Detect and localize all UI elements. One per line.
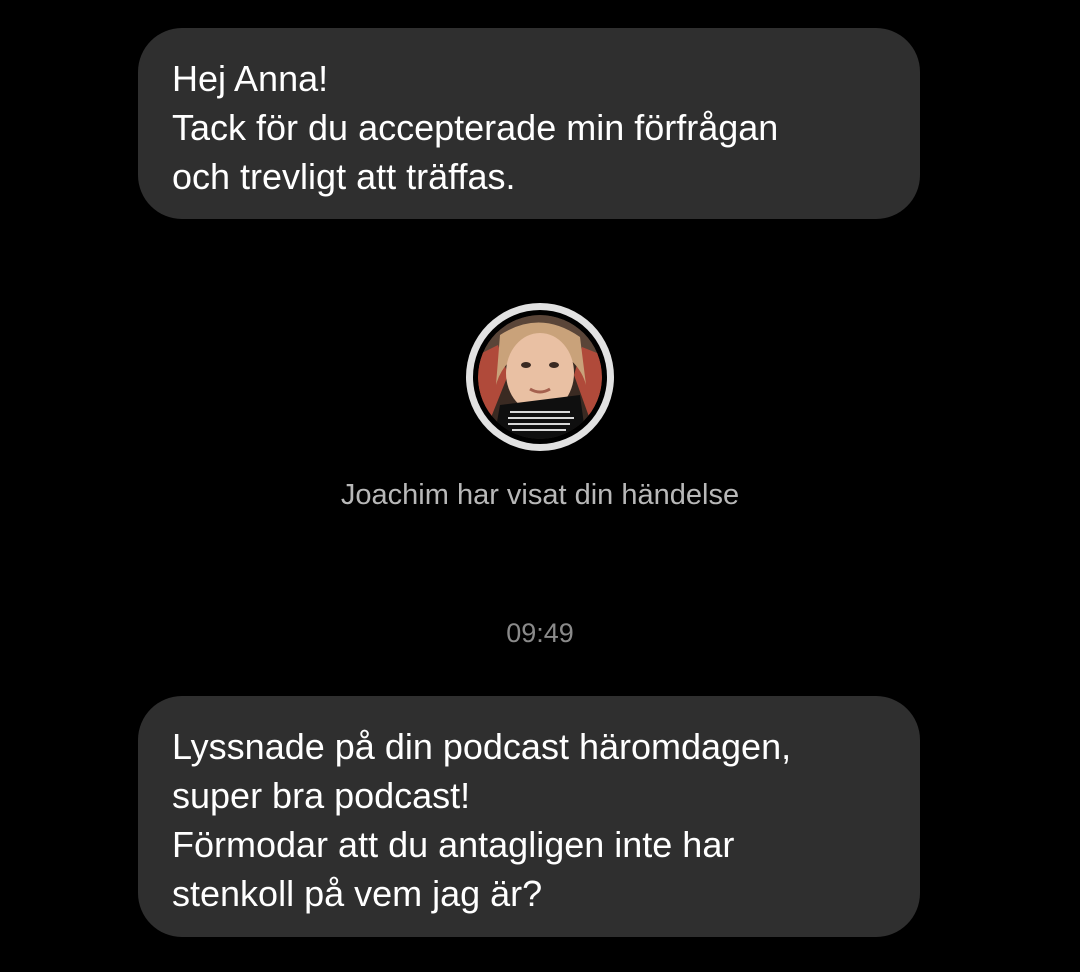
message-text-line: super bra podcast! — [172, 775, 471, 816]
message-bubble-incoming[interactable]: Lyssnade på din podcast häromdagen, supe… — [138, 696, 920, 937]
story-ring-gap — [473, 310, 607, 444]
message-text-line: och trevligt att träffas. — [172, 156, 516, 197]
message-bubble-incoming[interactable]: Hej Anna! Tack för du accepterade min fö… — [138, 28, 920, 219]
message-text-line: Hej Anna! — [172, 58, 329, 99]
story-reply-thumbnail[interactable] — [466, 303, 614, 451]
story-viewed-caption: Joachim har visat din händelse — [340, 479, 740, 511]
message-timestamp: 09:49 — [506, 618, 574, 648]
message-text-line: Förmodar att du antagligen inte har — [172, 824, 735, 865]
message-text-line: stenkoll på vem jag är? — [172, 873, 543, 914]
message-text-line: Lyssnade på din podcast häromdagen, — [172, 726, 792, 767]
message-text-line: Tack för du accepterade min förfrågan — [172, 107, 779, 148]
story-photo-image — [478, 315, 602, 439]
